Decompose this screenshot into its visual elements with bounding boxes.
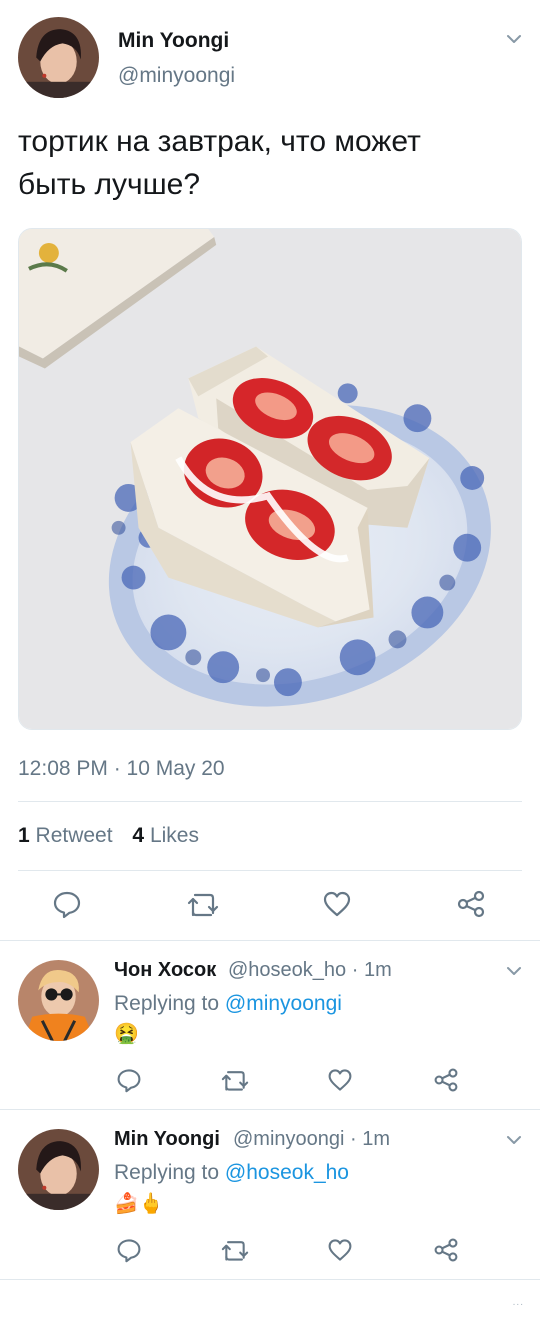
like-icon xyxy=(328,1239,352,1261)
reply-2-retweet-button[interactable] xyxy=(220,1237,250,1263)
reply-2-avatar[interactable] xyxy=(18,1129,99,1210)
tweet-stats: 1 Retweet 4 Likes xyxy=(18,824,199,848)
chevron-down-icon[interactable] xyxy=(505,30,523,48)
reply-1-time[interactable]: · 1m xyxy=(352,959,392,981)
like-icon xyxy=(328,1069,352,1091)
reply-2-author-handle[interactable]: @minyoongi xyxy=(233,1128,344,1150)
like-count: 4 xyxy=(132,824,145,847)
tweet-text-line-1: тортик на завтрак, что может xyxy=(18,125,421,158)
replying-to-prefix: Replying to xyxy=(114,1161,220,1184)
retweet-button[interactable] xyxy=(186,889,220,919)
share-icon xyxy=(434,1238,458,1262)
reply-2-reply-button[interactable] xyxy=(116,1237,142,1263)
reply-1-content: 🤮 xyxy=(114,1023,139,1045)
chevron-down-icon[interactable] xyxy=(505,962,523,980)
like-stat[interactable]: 4 Likes xyxy=(132,824,199,847)
share-button[interactable] xyxy=(456,889,486,919)
like-label: Likes xyxy=(149,824,199,847)
retweet-count: 1 xyxy=(18,824,30,847)
reply-2-author-name[interactable]: Min Yoongi xyxy=(114,1128,220,1151)
tweet-text-line-2: быть лучше? xyxy=(18,168,201,201)
reply-1-like-button[interactable] xyxy=(327,1067,353,1093)
retweet-icon xyxy=(187,893,219,917)
reply-icon xyxy=(53,891,81,919)
reply-1-replying-to: Replying to @minyoongi xyxy=(114,992,342,1016)
divider xyxy=(0,1279,540,1280)
replying-to-mention[interactable]: @minyoongi xyxy=(225,992,342,1015)
reply-1-meta: @hoseok_ho · 1m xyxy=(228,959,392,982)
replying-to-prefix: Replying to xyxy=(114,992,220,1015)
retweet-icon xyxy=(221,1241,249,1261)
main-author-handle[interactable]: @minyoongi xyxy=(118,64,235,88)
retweet-label: Retweet xyxy=(35,824,113,847)
reply-2-time[interactable]: · 1m xyxy=(350,1128,390,1150)
reply-button[interactable] xyxy=(52,889,82,919)
share-icon xyxy=(457,890,485,918)
tweet-timestamp[interactable]: 12:08 PM · 10 May 20 xyxy=(18,757,225,781)
chevron-down-icon[interactable] xyxy=(505,1131,523,1149)
replying-to-mention[interactable]: @hoseok_ho xyxy=(225,1161,349,1184)
reply-1-author-name[interactable]: Чон Хосок xyxy=(114,959,216,982)
reply-2-share-button[interactable] xyxy=(433,1237,459,1263)
main-author-avatar[interactable] xyxy=(18,17,99,98)
reply-icon xyxy=(117,1069,141,1093)
tweet-photo[interactable] xyxy=(18,228,522,730)
divider xyxy=(18,870,522,871)
more-indicator: ... xyxy=(512,1297,524,1308)
reply-1-share-button[interactable] xyxy=(433,1067,459,1093)
like-button[interactable] xyxy=(322,889,352,919)
retweet-icon xyxy=(221,1071,249,1091)
reply-icon xyxy=(117,1239,141,1263)
share-icon xyxy=(434,1068,458,1092)
reply-2-meta: @minyoongi · 1m xyxy=(233,1128,390,1151)
reply-2-replying-to: Replying to @hoseok_ho xyxy=(114,1161,349,1185)
reply-1-retweet-button[interactable] xyxy=(220,1067,250,1093)
reply-1-author-handle[interactable]: @hoseok_ho xyxy=(228,959,346,981)
reply-2-like-button[interactable] xyxy=(327,1237,353,1263)
like-icon xyxy=(323,891,351,917)
divider xyxy=(0,1109,540,1110)
divider xyxy=(0,940,540,941)
reply-1-avatar[interactable] xyxy=(18,960,99,1041)
reply-2-content: 🍰🖕 xyxy=(114,1193,164,1215)
reply-1-reply-button[interactable] xyxy=(116,1067,142,1093)
main-author-name[interactable]: Min Yoongi xyxy=(118,29,229,53)
divider xyxy=(18,801,522,802)
retweet-stat[interactable]: 1 Retweet xyxy=(18,824,113,847)
tweet-text: тортик на завтрак, что может быть лучше? xyxy=(18,120,518,206)
